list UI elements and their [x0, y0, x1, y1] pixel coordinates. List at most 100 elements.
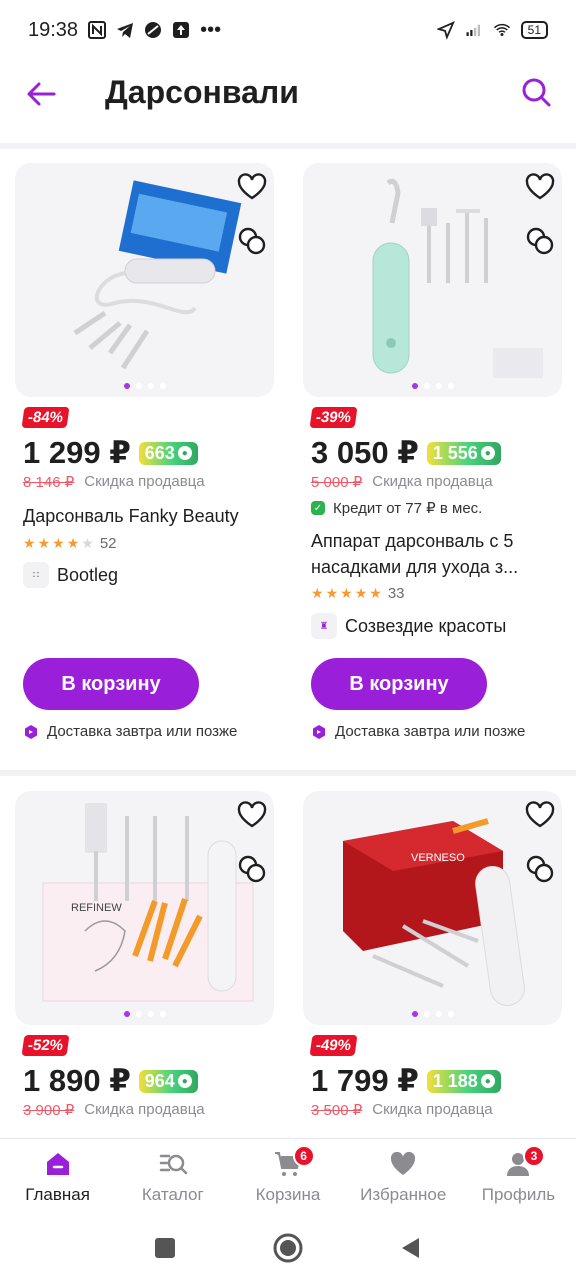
seller-name: Bootleg [57, 564, 119, 585]
heart-icon [391, 1151, 416, 1175]
upload-icon [172, 21, 190, 39]
compare-button[interactable] [236, 225, 268, 257]
discount-badge: -49% [309, 1035, 358, 1056]
discount-label: Скидка продавца [84, 1101, 205, 1118]
price: 1 299 ₽ [23, 435, 131, 470]
location-icon [436, 21, 455, 40]
arrow-left-icon [27, 82, 56, 106]
old-price: 8 146 ₽ [23, 474, 75, 491]
price: 3 050 ₽ [311, 435, 419, 470]
image-pager [411, 383, 454, 389]
old-price: 3 500 ₽ [311, 1102, 363, 1119]
heart-icon [237, 173, 267, 200]
compare-icon [238, 227, 266, 255]
price: 1 890 ₽ [23, 1063, 131, 1098]
discount-label: Скидка продавца [372, 1101, 493, 1118]
signal-icon [465, 21, 483, 39]
price: 1 799 ₽ [311, 1063, 419, 1098]
page-title: Дарсонвали [105, 74, 299, 110]
compare-icon [526, 227, 554, 255]
star-icon: ★ [52, 535, 65, 551]
nav-item-home[interactable]: Главная [0, 1139, 115, 1216]
seller[interactable]: ∷ Bootleg [23, 562, 118, 588]
seller[interactable]: ♜ Созвездие красоты [311, 613, 506, 639]
product-card[interactable]: -84% 1 299 ₽ 663 ● 8 146 ₽ Скидка продавц… [15, 163, 274, 763]
heart-icon [525, 173, 555, 200]
delivery-icon [25, 724, 37, 739]
star-icon: ★ [311, 585, 324, 601]
rating: ★ ★ ★ ★ ★ 33 [311, 585, 405, 602]
star-icon: ★ [81, 535, 94, 551]
coin-icon: ● [177, 446, 192, 460]
status-bar: 19:38 ••• 51 [0, 0, 576, 60]
product-title[interactable]: Аппарат дарсонваль с 5 насадками для ухо… [311, 528, 556, 580]
heart-icon [237, 801, 267, 828]
old-price: 3 900 ₽ [23, 1102, 75, 1119]
discount-badge: -39% [309, 407, 358, 428]
favorite-button[interactable] [524, 799, 556, 831]
product-card[interactable]: VERNESO -49% 1 799 ₽ 1 188 ● 3 500 ₽ Скид… [303, 791, 562, 1131]
compare-button[interactable] [236, 853, 268, 885]
delivery-icon [313, 724, 325, 739]
bonus-badge: 1 188 ● [426, 1069, 501, 1093]
heart-icon [525, 801, 555, 828]
bonus-badge: 964 ● [138, 1069, 198, 1093]
nav-item-profile[interactable]: 3 Профиль [461, 1139, 576, 1216]
back-system-button[interactable] [399, 1236, 423, 1260]
coin-icon: ● [480, 446, 495, 460]
nav-item-favorites[interactable]: Избранное [346, 1139, 461, 1216]
product-image[interactable] [15, 163, 274, 397]
old-price: 5 000 ₽ [311, 474, 363, 491]
status-time: 19:38 [28, 18, 79, 41]
header-divider [0, 143, 576, 149]
add-to-cart-button[interactable]: В корзину [311, 658, 487, 710]
battery-indicator: 51 [520, 21, 548, 39]
rating-count: 33 [387, 585, 405, 602]
search-button[interactable] [518, 74, 554, 110]
svg-text:REFINEW: REFINEW [71, 902, 122, 914]
compare-button[interactable] [524, 225, 556, 257]
star-icon: ★ [23, 535, 36, 551]
nav-item-catalog[interactable]: Каталог [115, 1139, 230, 1216]
image-pager [123, 383, 166, 389]
star-icon: ★ [369, 585, 382, 601]
compare-icon [526, 855, 554, 883]
favorite-button[interactable] [524, 171, 556, 203]
more-notifications-icon: ••• [200, 18, 222, 41]
image-pager [411, 1011, 454, 1017]
product-card[interactable]: REFINEW -52% 1 890 ₽ 964 ● 3 900 ₽ Скидка… [15, 791, 274, 1131]
star-icon: ★ [37, 535, 51, 551]
bonus-badge: 1 556 ● [426, 441, 501, 465]
product-image[interactable]: REFINEW [15, 791, 274, 1025]
delivery-info: Доставка завтра или позже [23, 723, 237, 740]
profile-count-badge: 3 [523, 1145, 546, 1167]
app-icon [144, 21, 162, 39]
discount-label: Скидка продавца [84, 473, 205, 490]
star-icon: ★ [66, 535, 80, 551]
compare-button[interactable] [524, 853, 556, 885]
product-card[interactable]: -39% 3 050 ₽ 1 556 ● 5 000 ₽ Скидка прода… [303, 163, 562, 763]
star-icon: ★ [325, 585, 339, 601]
favorite-button[interactable] [236, 171, 268, 203]
product-title[interactable]: Дарсонваль Fanky Beauty [23, 503, 268, 529]
check-icon: ✓ [311, 501, 325, 515]
product-image[interactable] [303, 163, 562, 397]
delivery-info: Доставка завтра или позже [311, 723, 525, 740]
home-button[interactable] [272, 1232, 304, 1264]
app-header: Дарсонвали [0, 60, 576, 130]
search-icon [522, 78, 551, 107]
discount-badge: -84% [21, 407, 70, 428]
favorite-button[interactable] [236, 799, 268, 831]
system-navigation [0, 1216, 576, 1280]
discount-badge: -52% [21, 1035, 70, 1056]
home-icon [46, 1153, 69, 1175]
product-image[interactable]: VERNESO [303, 791, 562, 1025]
nav-item-cart[interactable]: 6 Корзина [230, 1139, 345, 1216]
back-button[interactable] [24, 76, 60, 112]
add-to-cart-button[interactable]: В корзину [23, 658, 199, 710]
bonus-badge: 663 ● [138, 441, 198, 465]
recent-apps-button[interactable] [153, 1236, 177, 1260]
catalog-icon [159, 1154, 188, 1175]
cart-count-badge: 6 [292, 1145, 315, 1167]
rating: ★ ★ ★ ★ ★ 52 [23, 535, 117, 552]
